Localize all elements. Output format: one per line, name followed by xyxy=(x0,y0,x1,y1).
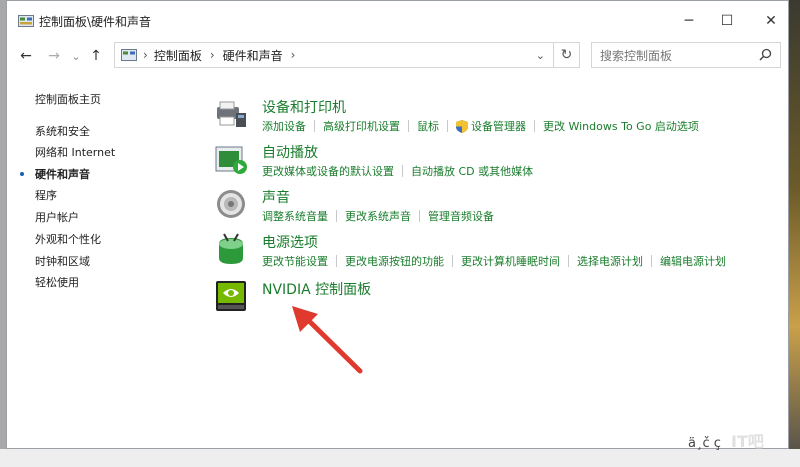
search-icon xyxy=(759,48,772,61)
sidebar-item-system-security[interactable]: 系统和安全 xyxy=(35,123,90,139)
link-divider xyxy=(452,255,453,267)
link-divider xyxy=(419,210,420,222)
link-change-system-sounds[interactable]: 更改系统声音 xyxy=(345,208,411,224)
sidebar-item-hardware-sound[interactable]: 硬件和声音 xyxy=(20,166,90,182)
back-arrow-icon: ← xyxy=(20,48,32,64)
watermark-logo: IT吧 xyxy=(731,432,764,451)
shield-icon xyxy=(456,119,468,133)
refresh-icon: ↻ xyxy=(560,47,573,63)
link-power-button-function[interactable]: 更改电源按钮的功能 xyxy=(345,253,444,269)
chevron-down-icon: ⌄ xyxy=(71,49,81,63)
minimize-button[interactable]: ─ xyxy=(669,7,709,35)
link-divider xyxy=(568,255,569,267)
link-sleep-time[interactable]: 更改计算机睡眠时间 xyxy=(461,253,560,269)
battery-icon[interactable] xyxy=(214,232,248,266)
link-divider xyxy=(408,120,409,132)
link-advanced-printer-setup[interactable]: 高级打印机设置 xyxy=(323,118,400,134)
link-change-default-media-settings[interactable]: 更改媒体或设备的默认设置 xyxy=(262,163,394,179)
up-button[interactable]: ↑ xyxy=(85,45,107,67)
close-button[interactable]: ✕ xyxy=(751,7,791,35)
link-divider xyxy=(447,120,448,132)
category-links: 更改媒体或设备的默认设置 自动播放 CD 或其他媒体 xyxy=(262,163,533,179)
breadcrumb-hardware-sound[interactable]: 硬件和声音 xyxy=(223,47,283,64)
control-panel-icon xyxy=(18,15,34,27)
active-indicator xyxy=(20,172,24,176)
link-adjust-volume[interactable]: 调整系统音量 xyxy=(262,208,328,224)
link-manage-audio-devices[interactable]: 管理音频设备 xyxy=(428,208,494,224)
search-placeholder: 搜索控制面板 xyxy=(600,48,673,63)
link-mouse[interactable]: 鼠标 xyxy=(417,118,439,134)
control-panel-icon xyxy=(121,49,137,61)
link-device-manager[interactable]: 设备管理器 xyxy=(471,118,526,134)
link-edit-power-plan[interactable]: 编辑电源计划 xyxy=(660,253,726,269)
recent-locations-button[interactable]: ⌄ xyxy=(65,45,87,67)
address-dropdown-icon[interactable]: ⌄ xyxy=(536,49,545,62)
link-windows-to-go[interactable]: 更改 Windows To Go 启动选项 xyxy=(543,118,699,134)
address-bar[interactable]: › 控制面板 › 硬件和声音 › ⌄ xyxy=(114,42,554,68)
navigation-bar: ← → ⌄ ↑ › 控制面板 › 硬件和声音 › ⌄ ↻ 搜索控制面板 xyxy=(7,39,788,73)
breadcrumb-separator[interactable]: › xyxy=(143,48,148,62)
category-title[interactable]: NVIDIA 控制面板 xyxy=(262,279,371,299)
category-title[interactable]: 声音 xyxy=(262,187,290,207)
annotation-arrow xyxy=(292,306,363,374)
title-bar[interactable]: 控制面板\硬件和声音 ─ ☐ ✕ xyxy=(7,1,788,39)
link-divider xyxy=(336,210,337,222)
up-arrow-icon: ↑ xyxy=(90,48,102,64)
sidebar-item-label: 硬件和声音 xyxy=(35,168,90,181)
printer-icon[interactable] xyxy=(214,97,248,131)
category-links: 调整系统音量 更改系统声音 管理音频设备 xyxy=(262,208,494,224)
desktop-wallpaper-edge xyxy=(789,0,800,467)
maximize-button[interactable]: ☐ xyxy=(707,7,747,35)
control-panel-window: 控制面板\硬件和声音 ─ ☐ ✕ ← → ⌄ ↑ › 控制面板 › 硬件和声音 … xyxy=(6,0,789,449)
breadcrumb-separator[interactable]: › xyxy=(291,48,296,62)
sidebar-item-clock-region[interactable]: 时钟和区域 xyxy=(35,253,90,269)
link-divider xyxy=(402,165,403,177)
link-autoplay-cd[interactable]: 自动播放 CD 或其他媒体 xyxy=(411,163,533,179)
back-button[interactable]: ← xyxy=(15,45,37,67)
watermark: ä¸č ç IT吧 xyxy=(688,428,764,452)
speaker-icon[interactable] xyxy=(214,187,248,221)
category-title[interactable]: 设备和打印机 xyxy=(262,97,346,117)
minimize-icon: ─ xyxy=(684,13,694,29)
sidebar-item-user-accounts[interactable]: 用户帐户 xyxy=(35,209,79,225)
breadcrumb-control-panel[interactable]: 控制面板 xyxy=(154,47,202,64)
forward-button[interactable]: → xyxy=(43,45,65,67)
maximize-icon: ☐ xyxy=(720,13,734,29)
link-divider xyxy=(651,255,652,267)
sidebar-item-ease-of-access[interactable]: 轻松使用 xyxy=(35,274,79,290)
bottom-strip xyxy=(0,449,800,467)
nvidia-icon[interactable] xyxy=(214,279,248,313)
category-links: 添加设备 高级打印机设置 鼠标 设备管理器 更改 Windows To Go 启… xyxy=(262,118,699,134)
sidebar-item-appearance[interactable]: 外观和个性化 xyxy=(35,231,101,247)
link-add-device[interactable]: 添加设备 xyxy=(262,118,306,134)
category-links: 更改节能设置 更改电源按钮的功能 更改计算机睡眠时间 选择电源计划 编辑电源计划 xyxy=(262,253,726,269)
sidebar-item-home[interactable]: 控制面板主页 xyxy=(35,91,101,107)
link-change-power-saving[interactable]: 更改节能设置 xyxy=(262,253,328,269)
watermark-text: ä¸č ç xyxy=(688,436,721,451)
sidebar-item-programs[interactable]: 程序 xyxy=(35,187,57,203)
sidebar-item-network[interactable]: 网络和 Internet xyxy=(35,144,115,160)
link-divider xyxy=(336,255,337,267)
link-divider xyxy=(314,120,315,132)
breadcrumb-separator[interactable]: › xyxy=(210,48,215,62)
link-divider xyxy=(534,120,535,132)
search-input[interactable]: 搜索控制面板 xyxy=(591,42,781,68)
category-title[interactable]: 电源选项 xyxy=(262,232,318,252)
close-icon: ✕ xyxy=(765,13,777,29)
forward-arrow-icon: → xyxy=(48,48,60,64)
link-choose-power-plan[interactable]: 选择电源计划 xyxy=(577,253,643,269)
window-title: 控制面板\硬件和声音 xyxy=(39,15,152,29)
category-title[interactable]: 自动播放 xyxy=(262,142,318,162)
refresh-button[interactable]: ↻ xyxy=(554,42,580,68)
autoplay-icon[interactable] xyxy=(214,142,248,176)
